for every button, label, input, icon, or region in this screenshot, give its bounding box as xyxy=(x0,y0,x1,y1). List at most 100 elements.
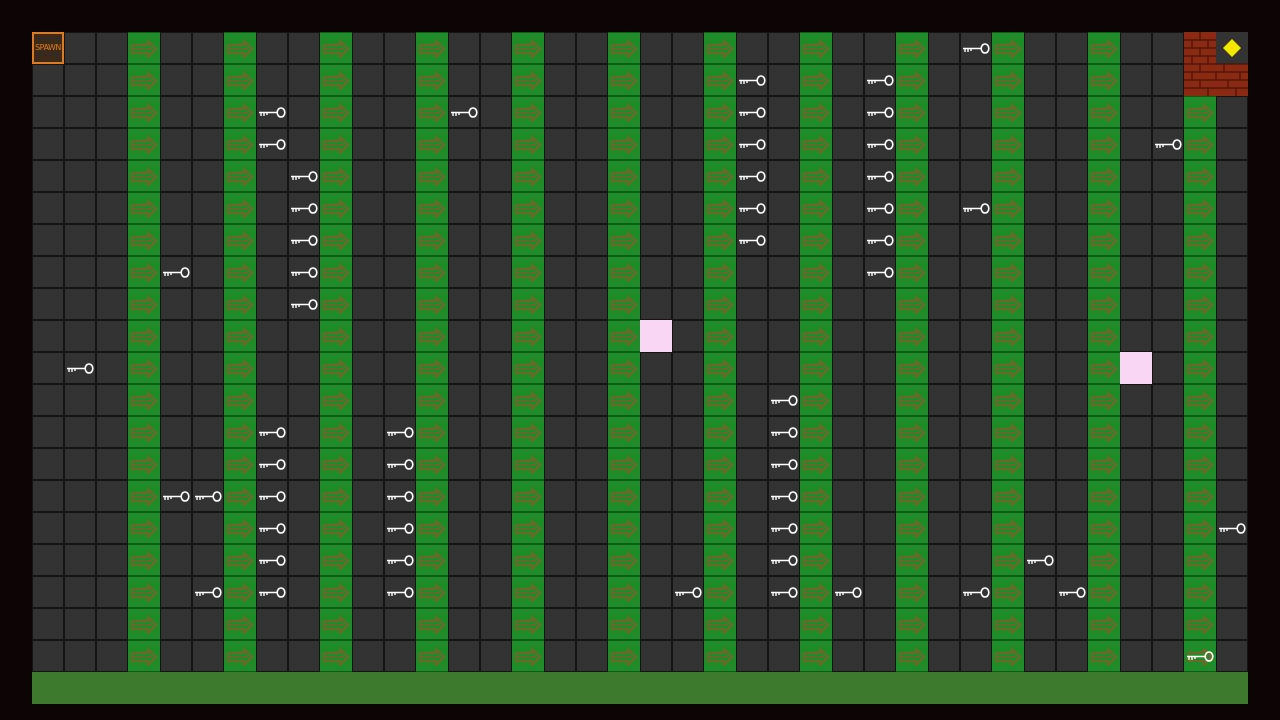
key-icon xyxy=(256,512,288,544)
floor-tile xyxy=(1024,320,1056,352)
floor-tile xyxy=(736,448,768,480)
conveyor-tile xyxy=(800,96,832,128)
floor-tile xyxy=(832,96,864,128)
floor-tile xyxy=(960,480,992,512)
gem-icon xyxy=(1184,32,1248,96)
floor-tile xyxy=(1120,416,1152,448)
conveyor-tile xyxy=(704,480,736,512)
conveyor-tile xyxy=(416,288,448,320)
floor-tile xyxy=(384,128,416,160)
floor-tile xyxy=(1120,640,1152,672)
conveyor-tile xyxy=(224,384,256,416)
floor-tile xyxy=(160,128,192,160)
floor-tile xyxy=(160,608,192,640)
arrow-right-icon xyxy=(1091,360,1117,378)
arrow-right-icon xyxy=(131,200,157,218)
arrow-right-icon xyxy=(707,232,733,250)
conveyor-tile xyxy=(608,608,640,640)
floor-tile xyxy=(96,128,128,160)
floor-tile xyxy=(64,576,96,608)
conveyor-tile xyxy=(416,256,448,288)
arrow-right-icon xyxy=(995,72,1021,90)
conveyor-tile xyxy=(224,288,256,320)
conveyor-tile xyxy=(1088,480,1120,512)
floor-tile xyxy=(672,128,704,160)
floor-tile xyxy=(448,64,480,96)
conveyor-tile xyxy=(800,640,832,672)
conveyor-tile xyxy=(128,288,160,320)
floor-tile xyxy=(352,480,384,512)
floor-tile xyxy=(1216,160,1248,192)
floor-tile xyxy=(832,448,864,480)
floor-tile xyxy=(352,512,384,544)
conveyor-tile xyxy=(608,512,640,544)
key-icon xyxy=(768,480,800,512)
floor-tile xyxy=(1216,608,1248,640)
arrow-right-icon xyxy=(131,328,157,346)
floor-tile xyxy=(672,608,704,640)
arrow-right-icon xyxy=(419,136,445,154)
conveyor-tile xyxy=(992,384,1024,416)
arrow-right-icon xyxy=(899,648,925,666)
floor-tile xyxy=(864,480,896,512)
floor-tile xyxy=(832,512,864,544)
conveyor-tile xyxy=(128,192,160,224)
arrow-right-icon xyxy=(995,424,1021,442)
floor-tile xyxy=(1120,480,1152,512)
arrow-right-icon xyxy=(323,328,349,346)
arrow-right-icon xyxy=(515,424,541,442)
conveyor-tile xyxy=(1088,96,1120,128)
floor-tile xyxy=(576,608,608,640)
arrow-right-icon xyxy=(707,520,733,538)
arrow-right-icon xyxy=(515,488,541,506)
floor-tile xyxy=(864,384,896,416)
floor-tile xyxy=(32,224,64,256)
key-icon xyxy=(736,192,768,224)
floor-tile xyxy=(576,576,608,608)
floor-tile xyxy=(832,544,864,576)
key-icon xyxy=(736,64,768,96)
arrow-right-icon xyxy=(707,424,733,442)
floor-tile xyxy=(960,416,992,448)
conveyor-tile xyxy=(608,128,640,160)
floor-tile xyxy=(1152,576,1184,608)
floor-tile xyxy=(1152,64,1184,96)
conveyor-tile xyxy=(1184,96,1216,128)
floor-tile xyxy=(544,608,576,640)
conveyor-tile xyxy=(1184,448,1216,480)
floor-tile xyxy=(192,416,224,448)
arrow-right-icon xyxy=(227,424,253,442)
floor-tile xyxy=(928,288,960,320)
floor-tile xyxy=(1056,64,1088,96)
conveyor-tile xyxy=(800,32,832,64)
floor-tile xyxy=(544,64,576,96)
key-icon xyxy=(256,448,288,480)
floor-tile xyxy=(384,64,416,96)
conveyor-tile xyxy=(896,512,928,544)
arrow-right-icon xyxy=(1091,232,1117,250)
conveyor-tile xyxy=(224,448,256,480)
conveyor-tile xyxy=(896,128,928,160)
floor-tile xyxy=(352,320,384,352)
floor-tile xyxy=(1024,608,1056,640)
arrow-right-icon xyxy=(323,360,349,378)
floor-tile xyxy=(352,416,384,448)
conveyor-tile xyxy=(704,32,736,64)
conveyor-tile xyxy=(800,352,832,384)
conveyor-tile xyxy=(992,256,1024,288)
floor-tile xyxy=(640,480,672,512)
floor-tile xyxy=(64,160,96,192)
conveyor-tile xyxy=(1184,128,1216,160)
floor-tile xyxy=(448,448,480,480)
floor-tile xyxy=(352,384,384,416)
conveyor-tile xyxy=(800,256,832,288)
key-icon xyxy=(832,576,864,608)
conveyor-tile xyxy=(512,352,544,384)
conveyor-tile xyxy=(320,352,352,384)
floor-tile xyxy=(576,320,608,352)
floor-tile xyxy=(832,128,864,160)
conveyor-tile xyxy=(128,128,160,160)
floor-tile xyxy=(160,64,192,96)
arrow-right-icon xyxy=(227,360,253,378)
arrow-right-icon xyxy=(899,40,925,58)
